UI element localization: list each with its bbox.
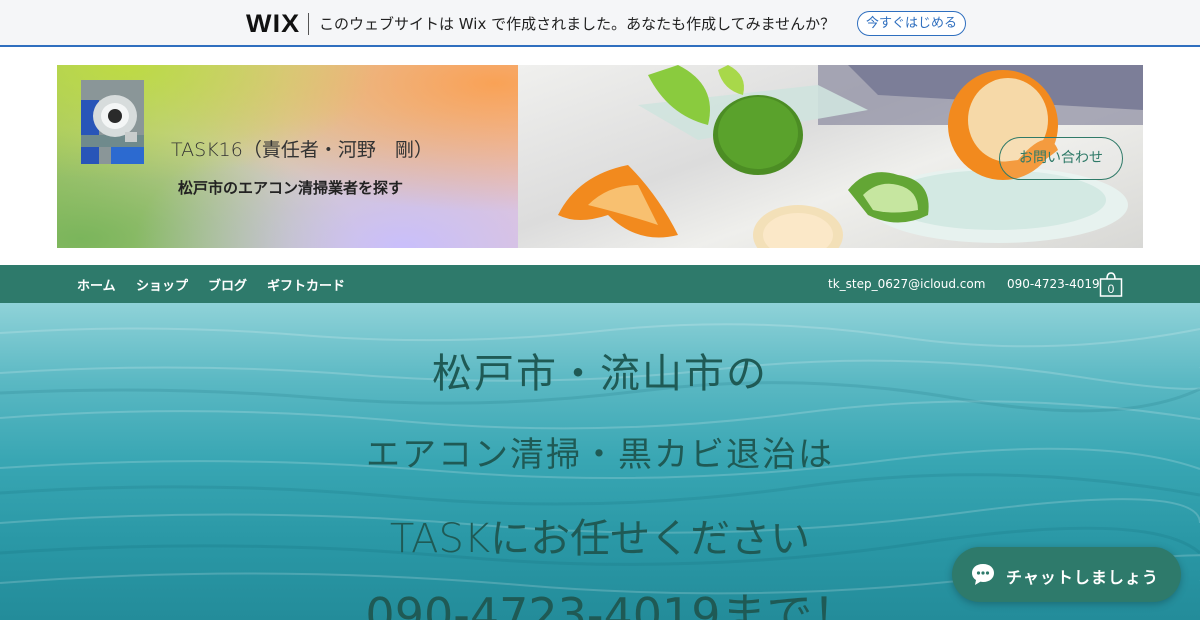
contact-phone[interactable]: 090-4723-4019: [1007, 277, 1100, 291]
chat-bubble-icon: [970, 562, 996, 586]
start-now-button[interactable]: 今すぐはじめる: [857, 11, 966, 36]
banner-divider: [308, 13, 309, 35]
contact-button[interactable]: お問い合わせ: [999, 137, 1123, 180]
nav-item-blog[interactable]: ブログ: [208, 275, 247, 294]
cart-icon[interactable]: 0: [1099, 272, 1123, 297]
nav-item-shop[interactable]: ショップ: [136, 275, 188, 294]
site-logo-photo[interactable]: [81, 80, 144, 164]
cart-count: 0: [1108, 282, 1115, 296]
site-tagline: 松戸市のエアコン清掃業者を探す: [178, 179, 404, 197]
site-title[interactable]: TASK16（責任者・河野 剛）: [171, 135, 433, 162]
contact-email[interactable]: tk_step_0627@icloud.com: [828, 277, 985, 291]
hero-heading-line-1: 松戸市・流山市の: [432, 351, 768, 397]
chat-label: チャットしましょう: [1006, 568, 1159, 587]
nav-item-gift-card[interactable]: ギフトカード: [267, 275, 345, 294]
wix-promo-banner: WIX このウェブサイトは Wix で作成されました。あなたも作成してみませんか…: [0, 0, 1200, 47]
hero-heading-line-2: エアコン清掃・黒カビ退治は: [366, 435, 834, 475]
wix-banner-message: このウェブサイトは Wix で作成されました。あなたも作成してみませんか？: [319, 15, 836, 33]
wix-logo[interactable]: WIX: [246, 10, 300, 39]
header-gradient-panel: TASK16（責任者・河野 剛） 松戸市のエアコン清掃業者を探す: [57, 65, 518, 248]
chat-button[interactable]: チャットしましょう: [952, 547, 1181, 602]
nav-item-home[interactable]: ホーム: [77, 275, 116, 294]
site-header: TASK16（責任者・河野 剛） 松戸市のエアコン清掃業者を探す お問い合わせ: [57, 65, 1143, 248]
main-nav: ホーム ショップ ブログ ギフトカード tk_step_0627@icloud.…: [0, 265, 1200, 303]
